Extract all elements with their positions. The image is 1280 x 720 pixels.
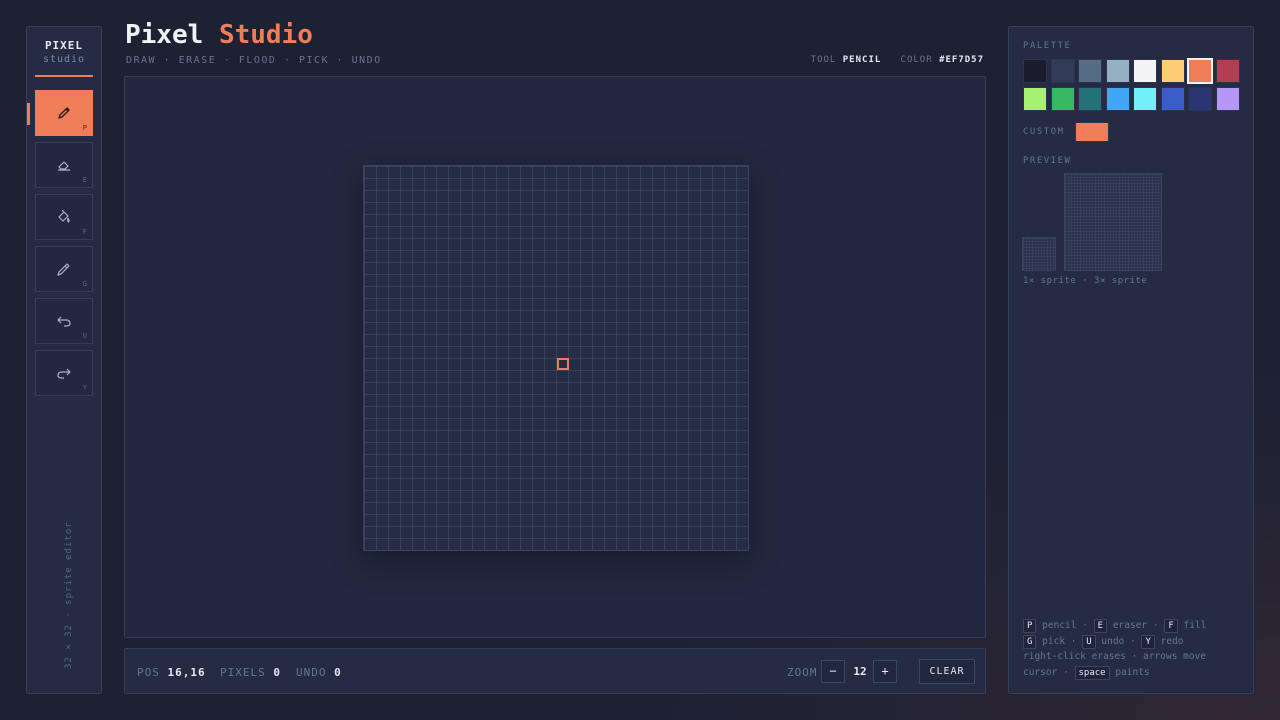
palette-swatch[interactable]	[1160, 59, 1185, 83]
redo-icon	[57, 368, 71, 379]
palette-swatch[interactable]	[1188, 86, 1212, 111]
tool-status: TOOL PENCIL COLOR #EF7D57	[811, 55, 984, 65]
preview-caption: 1× sprite · 3× sprite	[1023, 276, 1148, 286]
kbd-key: F	[1164, 619, 1178, 633]
shortcut-text: paints	[1115, 666, 1150, 678]
eyedropper-icon	[57, 263, 70, 276]
brand-divider	[35, 75, 93, 77]
pos-value: 16,16	[167, 666, 206, 679]
page-subtitle: DRAW · ERASE · FLOOD · PICK · UNDO	[126, 55, 382, 66]
palette-label: PALETTE	[1023, 41, 1072, 51]
palette-swatch[interactable]	[1215, 86, 1240, 111]
brand-title: PIXEL	[44, 39, 84, 52]
undo-button[interactable]: U	[35, 298, 93, 344]
palette-swatch[interactable]	[1160, 86, 1185, 111]
undo-stat: UNDO 0	[296, 666, 342, 679]
tool-shortcut-key: P	[82, 124, 87, 132]
tool-label: TOOL	[810, 55, 837, 65]
shortcut-help: P pencil · E eraser · F fill G pick · U …	[1023, 618, 1206, 680]
zoom-value: 12	[853, 665, 867, 678]
custom-color-swatch[interactable]	[1075, 122, 1109, 142]
pick-tool-button[interactable]: G	[35, 246, 93, 292]
palette-swatch[interactable]	[1078, 86, 1102, 111]
palette-swatch[interactable]	[1105, 59, 1130, 83]
zoom-in-button[interactable]: +	[873, 660, 897, 683]
zoom-out-button[interactable]: −	[821, 660, 845, 683]
shortcut-text: undo ·	[1101, 635, 1136, 647]
pixels-value: 0	[273, 666, 281, 679]
page-title: Pixel Studio	[125, 20, 313, 50]
palette-swatch[interactable]	[1105, 86, 1130, 111]
shortcut-line: P pencil · E eraser · F fill	[1023, 618, 1206, 634]
palette-swatch[interactable]	[1023, 86, 1047, 111]
palette-swatch[interactable]	[1133, 86, 1157, 111]
pos-label: POS	[137, 666, 160, 679]
pixels-label: PIXELS	[220, 666, 266, 679]
shortcut-line: right-click erases · arrows move	[1023, 651, 1207, 662]
shortcut-text: pick ·	[1042, 635, 1077, 647]
shortcut-text: eraser ·	[1112, 620, 1159, 631]
palette-swatch[interactable]	[1050, 86, 1075, 111]
tool-shortcut-key: F	[82, 228, 87, 236]
pixel-grid-canvas[interactable]	[363, 165, 749, 551]
palette-swatch[interactable]	[1023, 59, 1047, 83]
redo-button[interactable]: Y	[35, 350, 93, 396]
shortcut-text: fill	[1183, 620, 1207, 631]
shortcut-text: pencil ·	[1042, 620, 1088, 631]
page-title-main: Pixel	[125, 20, 204, 50]
active-tool-marker	[27, 103, 30, 125]
color-label: COLOR	[900, 55, 933, 65]
kbd-key: P	[1023, 619, 1037, 633]
pencil-tool-button[interactable]: P	[35, 90, 93, 136]
pencil-icon	[58, 107, 70, 119]
grid-cursor	[557, 358, 569, 370]
pos-stat: POS 16,16	[137, 666, 206, 679]
tool-value: PENCIL	[842, 55, 882, 65]
canvas-size-caption-wrap: 32 × 32 · sprite editor	[64, 521, 74, 679]
custom-color-label: CUSTOM	[1023, 127, 1065, 137]
kbd-key: Y	[1141, 634, 1155, 649]
shortcut-line: G pick · U undo · Y redo	[1023, 634, 1206, 650]
kbd-key: U	[1082, 634, 1096, 649]
paint-bucket-icon	[58, 209, 70, 223]
kbd-key: space	[1074, 665, 1110, 680]
palette-swatch[interactable]	[1187, 58, 1213, 84]
brand: PIXEL studio	[27, 39, 101, 65]
palette-swatch[interactable]	[1215, 59, 1240, 83]
kbd-key: E	[1093, 619, 1108, 633]
palette-swatch[interactable]	[1078, 59, 1102, 83]
tool-sidebar: PIXEL studio P E F G U Y 32 × 32 · sprit…	[26, 26, 102, 694]
undo-icon	[57, 316, 71, 327]
canvas-area	[124, 76, 986, 638]
undo-value: 0	[334, 666, 342, 679]
canvas-size-caption: 32 × 32 · sprite editor	[64, 521, 74, 669]
shortcut-line: cursor · space paints	[1023, 665, 1206, 681]
undo-label: UNDO	[296, 666, 327, 679]
kbd-key: G	[1023, 634, 1037, 649]
palette-swatch[interactable]	[1133, 59, 1157, 83]
clear-button[interactable]: CLEAR	[919, 659, 975, 684]
brand-subtitle: studio	[42, 54, 86, 65]
status-bar: POS 16,16 PIXELS 0 UNDO 0 ZOOM − 12 + CL…	[124, 648, 986, 694]
preview-label: PREVIEW	[1023, 156, 1072, 166]
shortcut-text: redo	[1160, 635, 1184, 647]
palette-swatch[interactable]	[1050, 59, 1075, 83]
page-title-accent: Studio	[218, 20, 313, 50]
color-value: #EF7D57	[939, 55, 984, 65]
tool-shortcut-key: G	[82, 280, 87, 288]
eraser-icon	[58, 161, 70, 171]
eraser-tool-button[interactable]: E	[35, 142, 93, 188]
tool-shortcut-key: U	[82, 332, 87, 340]
tool-shortcut-key: E	[82, 176, 87, 184]
pixels-stat: PIXELS 0	[220, 666, 281, 679]
preview-3x-sprite	[1064, 173, 1162, 271]
shortcut-text: cursor ·	[1023, 666, 1069, 678]
zoom-label: ZOOM	[787, 666, 818, 679]
tool-shortcut-key: Y	[82, 384, 87, 392]
palette-panel: PALETTE CUSTOM PREVIEW 1× sprite · 3× sp…	[1008, 26, 1254, 694]
preview-1x-sprite	[1022, 237, 1056, 271]
fill-tool-button[interactable]: F	[35, 194, 93, 240]
